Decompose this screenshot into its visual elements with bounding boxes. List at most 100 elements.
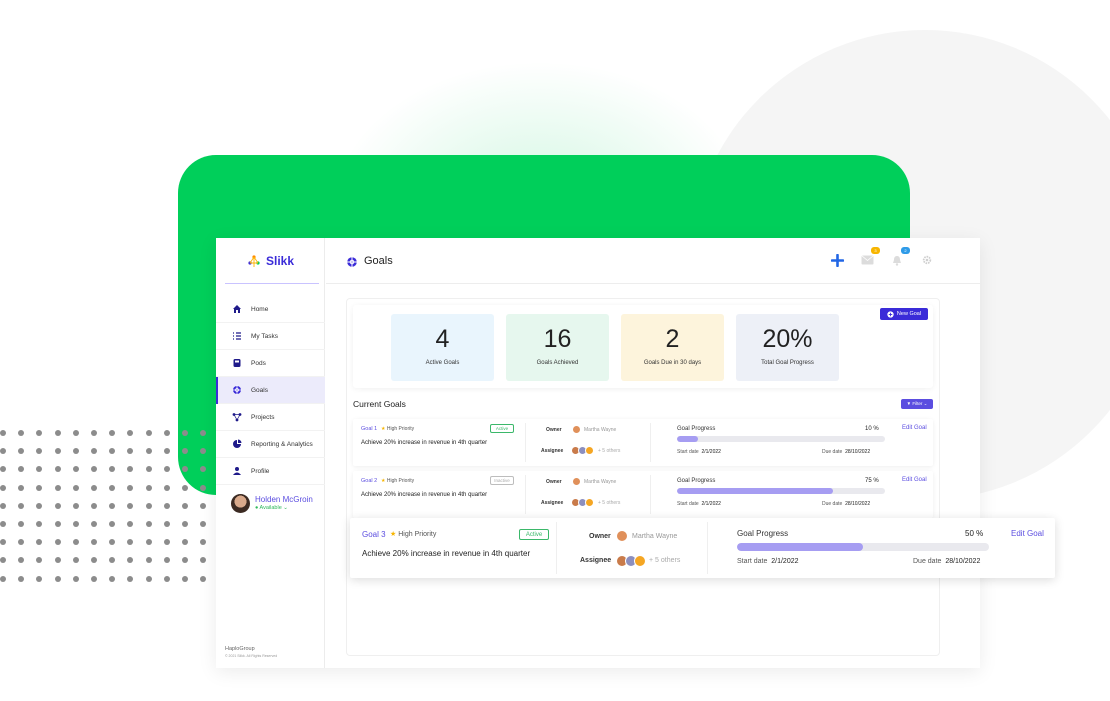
start-date-label: Start date — [677, 449, 699, 455]
stat-label: Active Goals — [425, 360, 460, 366]
decorative-dot — [163, 466, 170, 473]
decorative-dot — [127, 521, 134, 527]
footer-copyright: © 2021 Slikk. All Rights Reserved — [225, 654, 278, 658]
decorative-dot — [91, 502, 97, 509]
owner-name: Martha Wayne — [584, 427, 617, 433]
mail-badge: 3 — [871, 247, 880, 254]
home-icon — [232, 304, 242, 314]
decorative-dot — [200, 484, 207, 491]
edit-goal-link[interactable]: Edit Goal — [902, 477, 927, 483]
stat-label: Goals Achieved — [536, 360, 579, 366]
decorative-dot — [109, 448, 116, 455]
top-bar: Goals 3 2 — [326, 238, 980, 284]
assignee-others[interactable]: + 5 others — [649, 557, 680, 564]
edit-goal-link[interactable]: Edit Goal — [1011, 529, 1044, 538]
messages-button[interactable]: 3 — [858, 247, 880, 269]
decorative-dot — [18, 502, 25, 509]
decorative-dot — [127, 466, 134, 473]
decorative-dot — [36, 448, 43, 455]
decorative-dot — [36, 575, 43, 582]
progress-fill — [737, 543, 863, 551]
progress-fill — [677, 436, 698, 442]
decorative-dot — [109, 521, 116, 527]
decorative-dot — [182, 502, 188, 509]
new-goal-button[interactable]: New Goal — [880, 308, 928, 320]
assignee-avatar — [585, 498, 594, 507]
assignee-label: Assignee — [541, 500, 564, 506]
status-badge: Active — [490, 424, 514, 433]
assignee-others[interactable]: + 5 others — [598, 500, 620, 506]
user-name: Holden McGroin — [255, 495, 313, 504]
decorative-dot — [0, 539, 6, 546]
sidebar-item-label: Projects — [251, 413, 275, 421]
decorative-dot — [182, 448, 188, 455]
sidebar-item-projects[interactable]: Projects — [216, 404, 325, 431]
column-divider — [525, 475, 526, 514]
column-divider — [707, 522, 708, 574]
app-window: Slikk Home My Tasks Pods Goals Projects … — [216, 238, 980, 668]
decorative-dot — [0, 484, 6, 491]
decorative-dot — [36, 484, 43, 491]
decorative-dot — [163, 502, 170, 509]
sidebar-item-home[interactable]: Home — [216, 296, 325, 323]
assignee-others[interactable]: + 5 others — [598, 448, 620, 454]
sidebar-item-reporting[interactable]: Reporting & Analytics — [216, 431, 325, 458]
progress-percent: 75 % — [865, 478, 879, 484]
due-date-label: Due date — [913, 558, 942, 565]
sidebar-item-goals[interactable]: Goals — [216, 377, 325, 404]
add-button[interactable] — [828, 251, 846, 269]
status-badge: Active — [519, 529, 549, 540]
decorative-dot — [72, 502, 79, 509]
priority-text: High Priority — [386, 426, 415, 432]
goal-name-link[interactable]: Goal 2 — [361, 478, 377, 484]
stat-value: 20% — [762, 325, 813, 353]
decorative-dot — [18, 557, 25, 564]
sidebar: Slikk Home My Tasks Pods Goals Projects … — [216, 238, 325, 668]
star-icon: ★ — [390, 531, 397, 538]
edit-goal-link[interactable]: Edit Goal — [902, 425, 927, 431]
decorative-dot — [0, 448, 6, 455]
notifications-button[interactable]: 2 — [888, 247, 910, 269]
decorative-dot — [109, 575, 116, 582]
decorative-dot — [109, 539, 116, 546]
decorative-dot — [127, 575, 134, 582]
settings-button[interactable] — [918, 251, 936, 269]
goal-row-highlighted: Goal 3 ★ High Priority Active Achieve 20… — [350, 518, 1055, 578]
user-status[interactable]: ● Available ⌄ — [255, 504, 313, 512]
decorative-dot — [91, 484, 97, 491]
decorative-dot — [145, 539, 152, 546]
owner-label: Owner — [589, 533, 611, 540]
goal-description: Achieve 20% increase in revenue in 4th q… — [361, 492, 488, 498]
goal-name-link[interactable]: Goal 3 — [362, 530, 386, 539]
filter-button[interactable]: ▼ Filter ⌄ — [901, 399, 933, 409]
decorative-dot — [145, 466, 152, 473]
decorative-dot — [54, 448, 61, 455]
decorative-dot — [54, 557, 61, 564]
start-date: Start date 2/1/2022 — [737, 558, 799, 565]
sidebar-item-profile[interactable]: Profile — [216, 458, 325, 485]
sidebar-item-label: Pods — [251, 359, 266, 367]
decorative-dot — [200, 557, 207, 564]
decorative-dot — [182, 466, 188, 473]
assignee-label: Assignee — [580, 557, 612, 564]
decorative-dot — [36, 502, 43, 509]
pods-icon — [232, 358, 242, 368]
user-profile[interactable]: Holden McGroin ● Available ⌄ — [231, 494, 313, 513]
column-divider — [525, 423, 526, 462]
stat-label: Total Goal Progress — [761, 360, 814, 366]
brand-logo[interactable]: Slikk — [216, 238, 325, 284]
assignee-label: Assignee — [541, 448, 564, 454]
decorative-dot — [127, 502, 134, 509]
owner-avatar — [572, 425, 581, 434]
due-date-value: 28/10/2022 — [945, 558, 981, 565]
user-status-text: Available ⌄ — [259, 505, 288, 511]
owner-label: Owner — [546, 427, 562, 433]
decorative-dot — [72, 575, 79, 582]
sidebar-item-pods[interactable]: Pods — [216, 350, 325, 377]
progress-label: Goal Progress — [677, 478, 716, 484]
decorative-dot — [54, 484, 61, 491]
goal-name-link[interactable]: Goal 1 — [361, 426, 377, 432]
decorative-dot — [145, 448, 152, 455]
stat-value: 2 — [665, 325, 680, 353]
sidebar-item-my-tasks[interactable]: My Tasks — [216, 323, 325, 350]
